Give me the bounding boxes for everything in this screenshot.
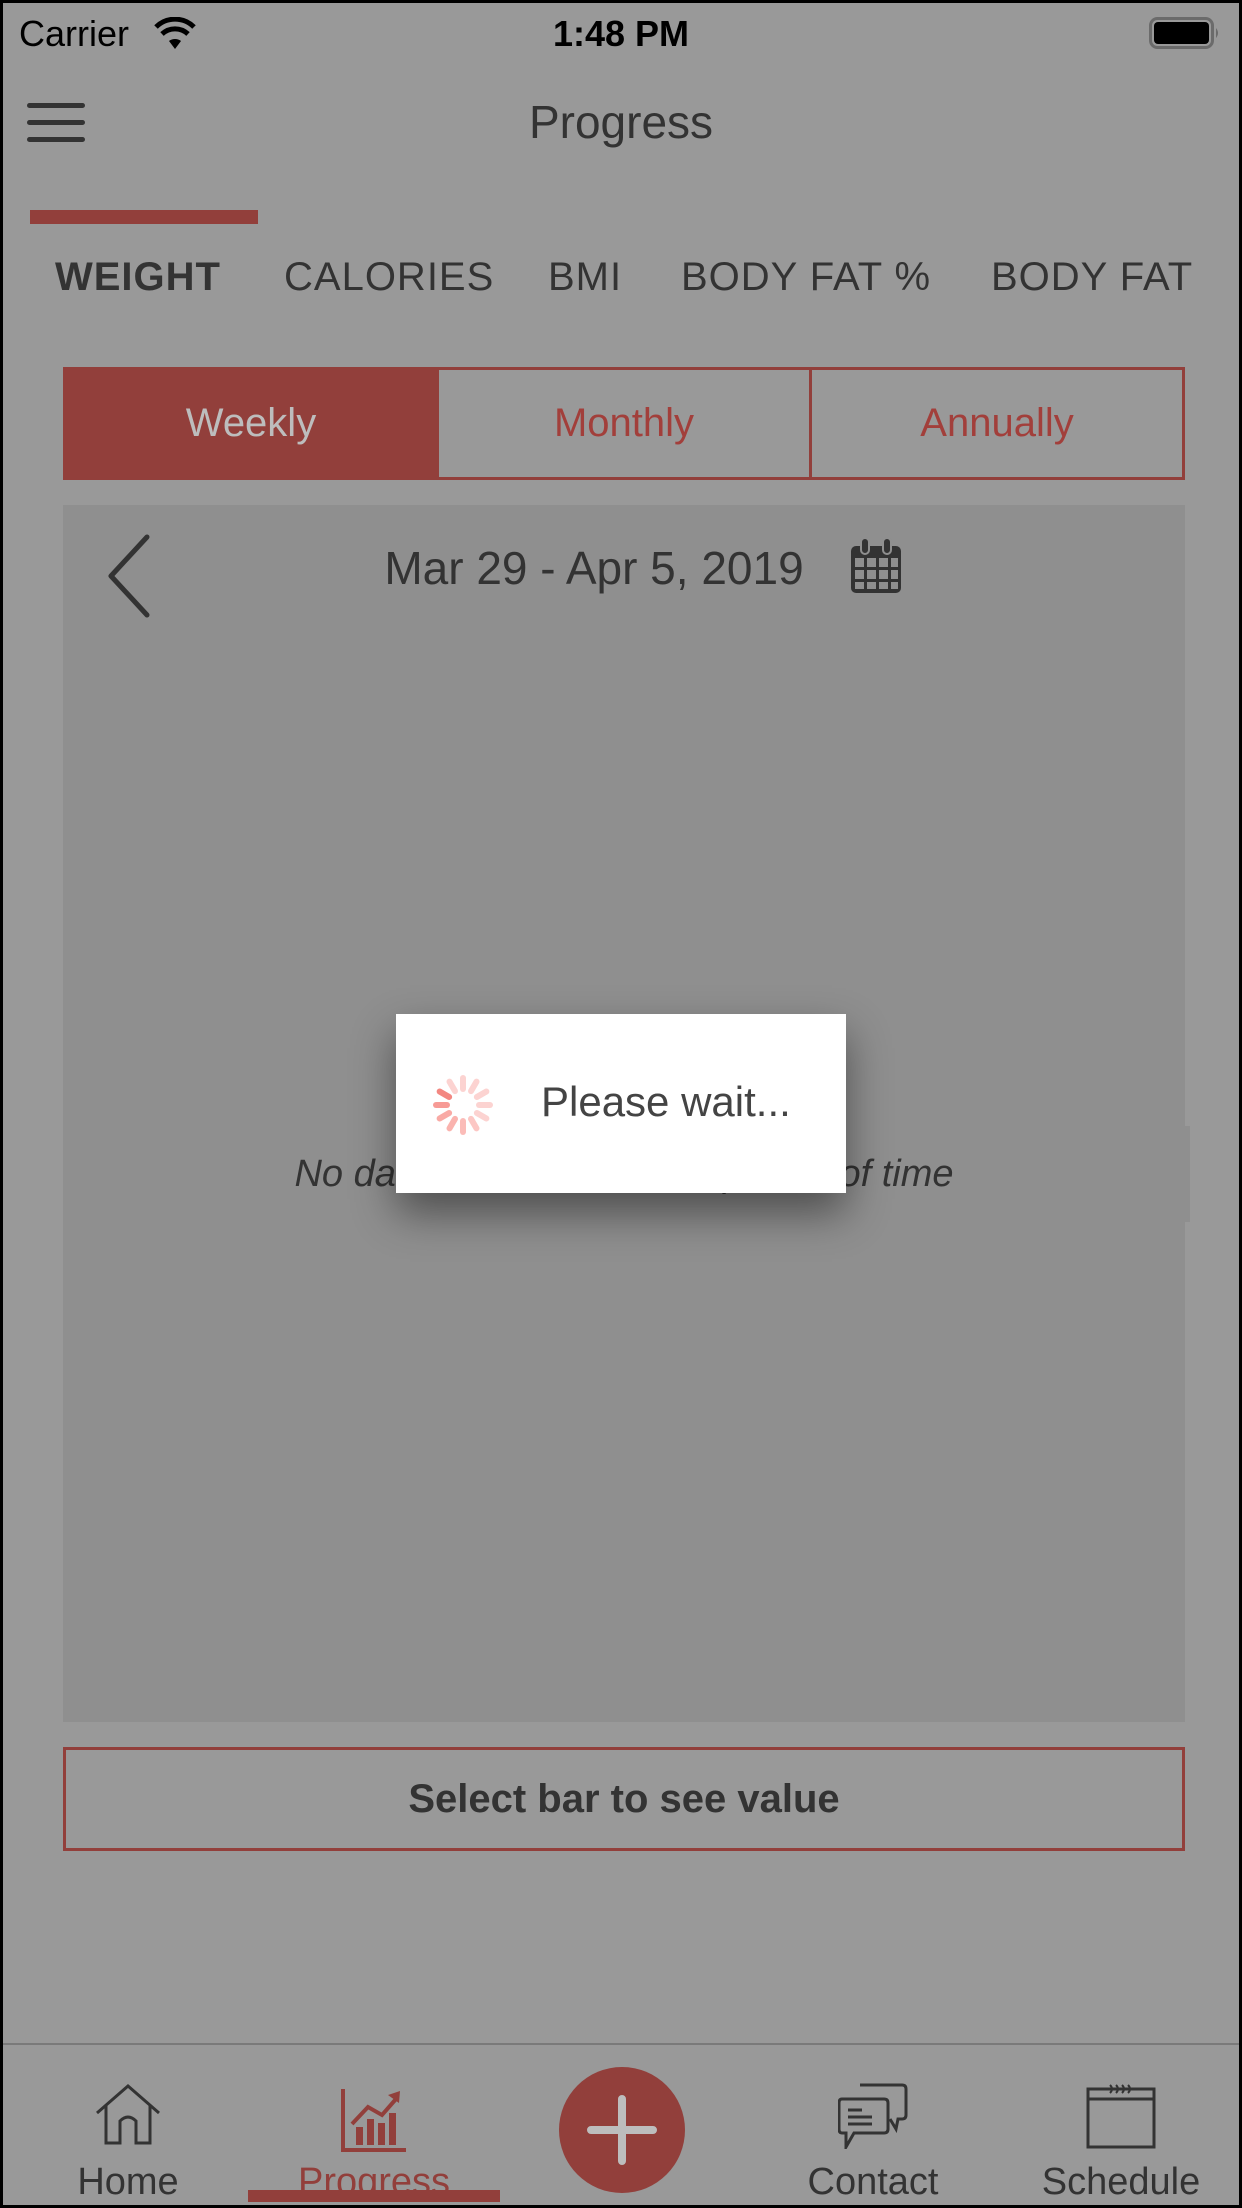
tab-calories[interactable]: CALORIES (284, 255, 494, 300)
tab-body-fat-percent[interactable]: BODY FAT % (681, 255, 931, 300)
loading-dialog: Please wait... (396, 1014, 846, 1193)
tab-label: Contact (807, 2161, 939, 2203)
battery-icon (1149, 17, 1218, 49)
segment-annually[interactable]: Annually (809, 370, 1182, 477)
panel-edge (1185, 1126, 1190, 1222)
active-tab-underline (248, 2190, 500, 2202)
tab-label: Schedule (1041, 2161, 1201, 2203)
selected-value-box: Select bar to see value (63, 1747, 1185, 1851)
add-button[interactable] (559, 2067, 685, 2193)
chat-bubbles-icon (838, 2083, 908, 2149)
metric-tabs: WEIGHT CALORIES BMI BODY FAT % BODY FAT (3, 255, 1239, 315)
tab-body-fat[interactable]: BODY FAT (991, 255, 1193, 300)
calendar-page-icon (1086, 2084, 1156, 2149)
tab-label: Home (77, 2161, 179, 2203)
period-segmented-control: Weekly Monthly Annually (63, 367, 1185, 480)
progress-chart-icon (341, 2089, 406, 2152)
plus-icon (587, 2095, 657, 2165)
spinner-icon (433, 1075, 493, 1135)
segment-monthly[interactable]: Monthly (436, 370, 809, 477)
calendar-icon[interactable] (849, 537, 903, 595)
tab-bar-progress[interactable]: Progress (248, 2043, 500, 2205)
tab-bar-schedule[interactable]: Schedule (1028, 2043, 1214, 2205)
app-screen: Carrier 1:48 PM Progress WEIGHT CALORIES… (3, 3, 1239, 2205)
tab-weight[interactable]: WEIGHT (55, 255, 221, 300)
tab-bar-contact[interactable]: Contact (783, 2043, 963, 2205)
segment-weekly[interactable]: Weekly (66, 370, 436, 477)
active-tab-indicator (30, 210, 258, 224)
tab-bar-home[interactable]: Home (43, 2043, 213, 2205)
tab-bmi[interactable]: BMI (548, 255, 622, 300)
loading-message: Please wait... (541, 1078, 791, 1125)
home-icon (96, 2084, 160, 2145)
date-range-label: Mar 29 - Apr 5, 2019 (384, 542, 804, 594)
page-title: Progress (528, 96, 714, 148)
status-time: 1:48 PM (552, 13, 690, 54)
